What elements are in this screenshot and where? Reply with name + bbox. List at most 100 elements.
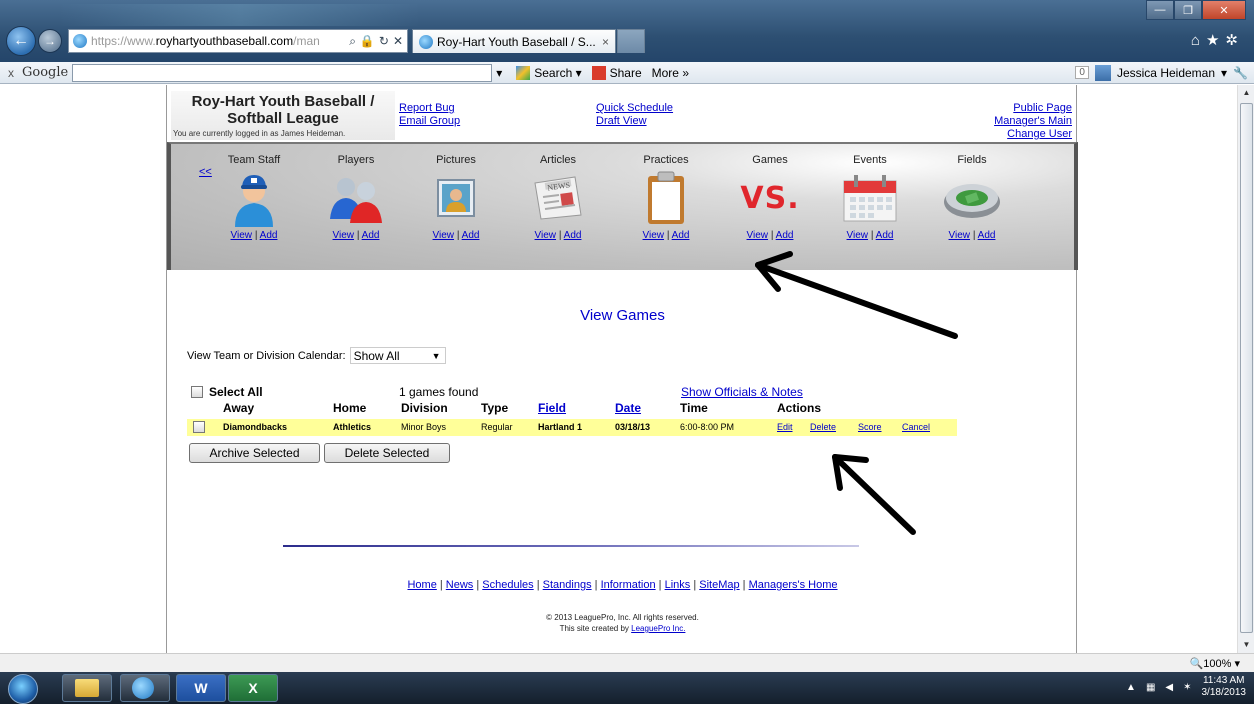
network-icon[interactable]: ▦ [1146,682,1155,693]
cancel-link[interactable]: Cancel [902,419,930,436]
search-icon[interactable]: ⌕ [349,34,356,49]
notification-count[interactable]: 0 [1075,66,1089,79]
menu-links: View | Add [725,230,815,241]
menu-item-team-staff: Team Staff View | Add [209,154,299,241]
chevron-down-icon[interactable]: ▾ [492,66,506,80]
view-link[interactable]: View [643,230,665,241]
volume-icon[interactable]: ◀ [1165,682,1173,693]
draft-view-link[interactable]: Draft View [596,115,673,128]
scroll-down-icon[interactable]: ▼ [1238,637,1254,653]
vertical-scrollbar[interactable]: ▲ ▼ [1237,85,1254,653]
new-tab-button[interactable] [617,29,645,53]
minimize-button[interactable]: — [1146,0,1174,20]
taskbar-internet-explorer[interactable] [120,674,170,702]
show-officials-link[interactable]: Show Officials & Notes [681,385,803,399]
add-link[interactable]: Add [362,230,380,241]
menu-label: Team Staff [227,154,281,166]
public-page-link[interactable]: Public Page [994,102,1072,115]
zoom-level[interactable]: 🔍100% ▾ [1190,657,1240,670]
add-link[interactable]: Add [462,230,480,241]
lock-icon[interactable]: 🔒 [360,34,375,49]
view-link[interactable]: View [747,230,769,241]
wrench-icon[interactable]: 🔧 [1233,66,1248,80]
footer-link-news[interactable]: News [446,579,474,591]
players-icon[interactable] [311,168,401,228]
taskbar-excel[interactable]: X [228,674,278,702]
view-link[interactable]: View [949,230,971,241]
chevron-down-icon[interactable]: ▾ [1221,66,1227,80]
clipboard-icon[interactable] [621,168,711,228]
system-clock[interactable]: 11:43 AM 3/18/2013 [1202,675,1247,699]
report-bug-link[interactable]: Report Bug [399,102,460,115]
edit-link[interactable]: Edit [777,419,793,436]
close-window-button[interactable]: ✕ [1202,0,1246,20]
stop-icon[interactable]: ✕ [393,34,403,49]
taskbar-explorer[interactable] [62,674,112,702]
power-icon[interactable]: ✶ [1183,682,1191,693]
add-link[interactable]: Add [564,230,582,241]
team-staff-icon[interactable] [209,168,299,228]
add-link[interactable]: Add [876,230,894,241]
google-search-input[interactable] [72,63,493,82]
view-link[interactable]: View [847,230,869,241]
forward-arrow-icon: → [44,34,56,48]
maximize-button[interactable]: ❐ [1174,0,1202,20]
add-link[interactable]: Add [776,230,794,241]
footer-link-information[interactable]: Information [601,579,656,591]
footer-link-schedules[interactable]: Schedules [482,579,533,591]
column-header-field[interactable]: Field [538,401,566,415]
calendar-select[interactable]: Show All ▼ [349,347,446,364]
column-header-date[interactable]: Date [615,401,641,415]
tab-close-icon[interactable]: × [602,35,609,49]
archive-selected-button[interactable]: Archive Selected [189,443,320,463]
scroll-up-icon[interactable]: ▲ [1238,85,1254,101]
footer-link-links[interactable]: Links [665,579,691,591]
start-button[interactable] [8,674,38,704]
user-name[interactable]: Jessica Heideman [1117,66,1215,80]
footer-link-managers-home[interactable]: Managers's Home [749,579,838,591]
link-separator: | [456,230,460,241]
managers-main-link[interactable]: Manager's Main [994,115,1072,128]
add-link[interactable]: Add [978,230,996,241]
address-bar[interactable]: https://www. royhartyouthbaseball.com /m… [68,29,408,53]
home-icon[interactable]: ⌂ [1191,32,1206,49]
delete-selected-button[interactable]: Delete Selected [324,443,450,463]
scrollbar-thumb[interactable] [1240,103,1253,633]
tray-expand-icon[interactable]: ▲ [1126,682,1136,693]
quick-schedule-link[interactable]: Quick Schedule [596,102,673,115]
delete-link[interactable]: Delete [810,419,836,436]
google-search-button[interactable]: Search ▾ [516,65,582,80]
back-button[interactable]: ← [6,26,36,56]
change-user-link[interactable]: Change User [994,128,1072,141]
footer-link-home[interactable]: Home [407,579,436,591]
score-link[interactable]: Score [858,419,882,436]
more-button[interactable]: More » [652,66,689,80]
footer-link-sitemap[interactable]: SiteMap [699,579,739,591]
menu-links: View | Add [311,230,401,241]
footer-link-standings[interactable]: Standings [543,579,592,591]
forward-button[interactable]: → [38,29,62,53]
email-group-link[interactable]: Email Group [399,115,460,128]
view-link[interactable]: View [535,230,557,241]
view-link[interactable]: View [333,230,355,241]
add-link[interactable]: Add [260,230,278,241]
view-link[interactable]: View [433,230,455,241]
select-all-checkbox[interactable] [191,386,203,398]
gear-icon[interactable]: ✲ [1225,32,1244,49]
tab-active[interactable]: Roy-Hart Youth Baseball / S... × [412,29,616,53]
calendar-icon[interactable] [825,168,915,228]
row-checkbox[interactable] [193,421,205,433]
articles-icon[interactable]: NEWS [513,168,603,228]
share-button[interactable]: Share [591,65,642,80]
taskbar-word[interactable]: W [176,674,226,702]
refresh-icon[interactable]: ↻ [379,34,389,49]
view-link[interactable]: View [231,230,253,241]
leaguepro-link[interactable]: LeaguePro Inc. [631,624,685,633]
vs-icon[interactable]: VS. [725,168,815,228]
add-link[interactable]: Add [672,230,690,241]
stadium-icon[interactable] [927,168,1017,228]
favorites-star-icon[interactable]: ★ [1206,32,1225,49]
pictures-icon[interactable] [411,168,501,228]
link-separator: | [254,230,258,241]
toolbar-close-icon[interactable]: x [0,66,22,80]
